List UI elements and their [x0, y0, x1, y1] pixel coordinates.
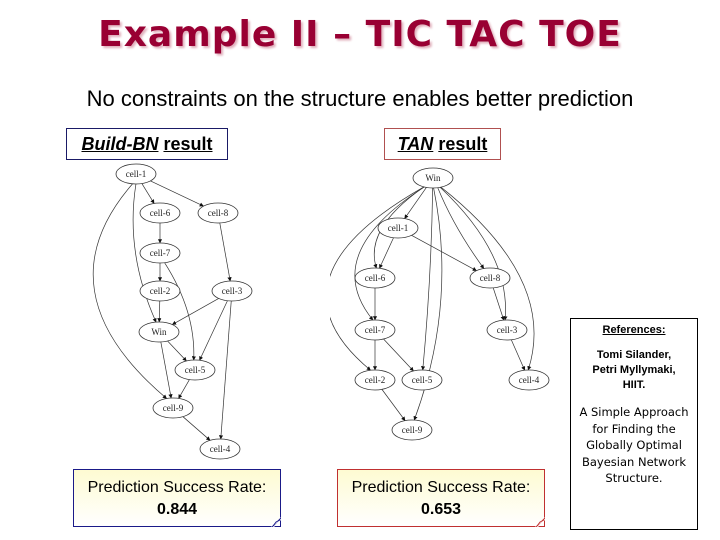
node-label: Win	[425, 173, 441, 183]
node-cell-6: cell-6	[354, 267, 396, 289]
build-bn-label-italic: Build-BN	[81, 133, 159, 154]
edge-cell-3-to-win	[171, 298, 219, 325]
author-line: Tomi Silander,	[596, 349, 672, 361]
edge-win-to-cell-5	[167, 340, 187, 362]
node-cell-2: cell-2	[354, 369, 396, 391]
tan-rate-value: 0.653	[420, 501, 462, 518]
node-label: cell-8	[480, 273, 501, 283]
references-authors: Tomi Silander, Petri Myllymaki, HIIT.	[571, 348, 697, 393]
build-bn-rate-label: Prediction Success Rate:	[87, 479, 267, 496]
node-cell-5: cell-5	[174, 359, 216, 381]
edge-cell-3-to-cell-4	[510, 339, 526, 371]
edge-cell-8-to-cell-3	[492, 287, 505, 321]
edge-cell-2-to-win	[157, 300, 162, 323]
edge-win-to-cell-7	[354, 186, 425, 321]
edge-cell-3-to-cell-4	[218, 300, 232, 440]
edge-cell-5-to-cell-9	[178, 379, 190, 399]
node-label: cell-6	[365, 273, 386, 283]
paper-line: Globally Optimal	[586, 438, 682, 452]
node-cell-1: cell-1	[377, 217, 419, 239]
build-bn-graph-svg: cell-1 cell-6 cell-8 cell-7 cell-2 cell-3 Win c…	[92, 163, 253, 460]
node-cell-5: cell-5	[401, 369, 443, 391]
node-label: cell-7	[365, 325, 386, 335]
edge-cell-2-to-cell-9	[381, 389, 406, 421]
references-box: References: Tomi Silander, Petri Myllyma…	[570, 318, 698, 530]
edge-win-to-cell-5	[421, 187, 434, 371]
node-label: cell-5	[185, 365, 206, 375]
tan-label-rest: result	[438, 133, 488, 154]
tan-rate-label: Prediction Success Rate:	[351, 479, 531, 496]
page-curl-icon	[271, 517, 281, 527]
node-label: cell-3	[497, 325, 518, 335]
build-bn-graph: cell-1 cell-6 cell-8 cell-7 cell-2 cell-3 Win c…	[90, 160, 270, 460]
node-cell-2: cell-2	[139, 280, 181, 302]
edge-cell-7-to-cell-5	[164, 262, 196, 361]
node-label: cell-8	[208, 208, 229, 218]
node-label: cell-2	[150, 286, 171, 296]
node-label: Win	[151, 327, 167, 337]
node-label: cell-6	[150, 208, 171, 218]
edge-cell-9-to-cell-4	[182, 416, 211, 441]
node-label: cell-9	[163, 403, 184, 413]
node-cell-3: cell-3	[486, 319, 528, 341]
edge-cell-3-to-cell-5	[199, 300, 228, 361]
node-cell-7: cell-7	[139, 242, 181, 264]
slide-subtitle: No constraints on the structure enables …	[86, 86, 634, 111]
node-cell-6: cell-6	[139, 202, 181, 224]
build-bn-rate-box: Prediction Success Rate: 0.844	[73, 469, 281, 527]
node-cell-9: cell-9	[152, 397, 194, 419]
node-cell-3: cell-3	[211, 280, 253, 302]
edge-cell-1-to-cell-6	[141, 183, 155, 204]
node-label: cell-1	[126, 169, 147, 179]
node-label: cell-4	[519, 375, 540, 385]
node-cell-4: cell-4	[508, 369, 550, 391]
page-curl-icon	[535, 517, 545, 527]
node-win: Win	[412, 167, 454, 189]
edge-cell-1-to-cell-8	[150, 180, 204, 207]
references-paper-title: A Simple Approach for Finding the Global…	[571, 404, 697, 487]
tan-label: TAN result	[384, 128, 501, 160]
node-cell-8: cell-8	[197, 202, 239, 224]
node-cell-4: cell-4	[199, 438, 241, 460]
node-cell-7: cell-7	[354, 319, 396, 341]
tan-label-italic: TAN	[397, 133, 434, 154]
author-line: Petri Myllymaki,	[592, 364, 676, 376]
references-heading: References:	[602, 324, 666, 336]
node-label: cell-7	[150, 248, 171, 258]
edge-win-to-cell-3	[439, 187, 508, 321]
tan-rate-box: Prediction Success Rate: 0.653	[337, 469, 545, 527]
paper-line: A Simple Approach	[579, 405, 689, 419]
node-label: cell-9	[402, 425, 423, 435]
paper-line: Structure.	[605, 471, 663, 485]
node-label: cell-4	[210, 444, 231, 454]
node-label: cell-3	[222, 286, 243, 296]
tan-graph-svg: Win cell-1 cell-6 cell-8 cell-7 cell-3 cell-2 c…	[330, 167, 550, 441]
node-label: cell-1	[388, 223, 409, 233]
node-cell-8: cell-8	[469, 267, 511, 289]
paper-line: for Finding the	[592, 421, 676, 436]
edge-cell-8-to-cell-3	[219, 222, 232, 282]
edge-cell-7-to-cell-5	[383, 338, 414, 372]
edge-win-to-cell-8	[437, 187, 485, 269]
paper-line: Bayesian Network	[581, 454, 686, 469]
build-bn-label-rest: result	[163, 133, 213, 154]
node-label: cell-2	[365, 375, 386, 385]
author-line: HIIT.	[622, 379, 646, 391]
node-label: cell-5	[412, 375, 433, 385]
build-bn-rate-value: 0.844	[156, 501, 198, 518]
node-cell-1: cell-1	[115, 163, 157, 185]
edge-win-to-cell-9	[160, 341, 173, 399]
tan-graph: Win cell-1 cell-6 cell-8 cell-7 cell-3 cell-2 c…	[330, 160, 550, 450]
node-win: Win	[138, 321, 180, 343]
node-cell-9: cell-9	[391, 419, 433, 441]
build-bn-label: Build-BN result	[66, 128, 228, 160]
edge-cell-1-to-cell-6	[379, 237, 394, 269]
slide-title: Example II – TIC TAC TOE	[98, 14, 622, 55]
edge-cell-1-to-cell-8	[411, 235, 477, 271]
